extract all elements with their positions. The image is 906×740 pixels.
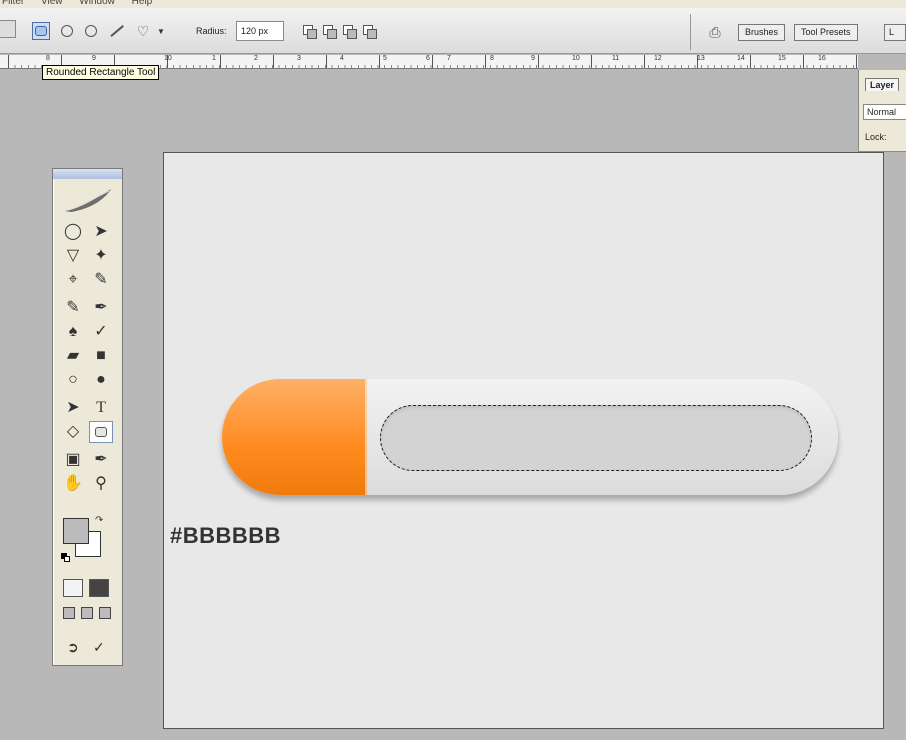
clone-stamp-tool-icon[interactable]: ♠	[61, 321, 85, 343]
combine-add-button[interactable]	[300, 22, 317, 39]
ruler-number: 11	[612, 55, 620, 62]
tool-preset-picker[interactable]	[0, 20, 16, 38]
options-separator	[690, 14, 691, 50]
tool-presets-tab[interactable]: Tool Presets	[794, 24, 858, 41]
polygon-lasso-tool-icon[interactable]: ▽	[61, 245, 85, 267]
menu-help[interactable]: Help	[132, 0, 153, 7]
standard-screen-mode-button[interactable]	[63, 607, 75, 619]
ruler-number: 14	[737, 55, 745, 62]
swap-colors-icon[interactable]: ↷	[95, 515, 103, 526]
edit-check-icon[interactable]: ✓	[93, 639, 105, 656]
exclude-area-icon	[363, 25, 377, 39]
type-tool-icon[interactable]: T	[89, 397, 113, 419]
blur-tool-icon[interactable]: ○	[61, 369, 85, 391]
line-shape-button[interactable]	[108, 22, 126, 40]
rounded-rectangle-shape-button[interactable]	[32, 22, 50, 40]
pen-tool-icon[interactable]: ◇	[61, 421, 85, 443]
blend-mode-select[interactable]: Normal	[863, 104, 906, 120]
eyedropper-tool-icon[interactable]: ✒	[89, 449, 113, 471]
document-canvas[interactable]: #BBBBBB	[163, 152, 884, 729]
rounded-rectangle-tool-icon[interactable]	[89, 421, 113, 443]
toolbox-title-bar[interactable]	[53, 169, 122, 179]
marquee-selection[interactable]	[380, 405, 812, 471]
chevron-down-icon: ▼	[157, 26, 165, 36]
combine-exclude-button[interactable]	[360, 22, 377, 39]
line-icon	[110, 25, 124, 37]
feather-logo-icon[interactable]	[61, 185, 115, 215]
color-hex-label: #BBBBBB	[170, 523, 282, 548]
ruler-number: 1	[212, 55, 216, 62]
healing-brush-tool-icon[interactable]: ✎	[61, 297, 85, 319]
brushes-tab[interactable]: Brushes	[738, 24, 786, 41]
ruler-number: 8	[490, 55, 494, 62]
notes-tool-icon[interactable]: ▣	[61, 449, 85, 471]
ruler-number: 10	[164, 55, 172, 62]
subtract-area-icon	[323, 25, 337, 39]
ellipse-shape-button[interactable]	[58, 22, 76, 40]
ruler-number: 13	[697, 55, 705, 62]
history-brush-tool-icon[interactable]: ✓	[89, 321, 113, 343]
standard-mode-button[interactable]	[63, 579, 83, 597]
progress-fill	[222, 379, 367, 495]
ruler-number: 4	[340, 55, 344, 62]
zoom-tool-icon[interactable]: ⚲	[89, 473, 113, 495]
toolbox: ◯ ➤ ▽ ✦ ⌖ ✎ ✎ ✒ ♠ ✓ ▰ ■ ○ ● ➤ T ◇ ▣ ✒ ✋ …	[52, 168, 123, 666]
polygon-shape-button[interactable]	[82, 22, 100, 40]
ruler-number: 15	[778, 55, 786, 62]
brush-tool-icon[interactable]: ✒	[89, 297, 113, 319]
menu-window[interactable]: Window	[79, 0, 115, 7]
combine-subtract-button[interactable]	[320, 22, 337, 39]
hand-tool-icon[interactable]: ✋	[61, 473, 85, 495]
magic-wand-tool-icon[interactable]: ✦	[89, 245, 113, 267]
custom-shape-icon: ♡	[136, 22, 150, 39]
intersect-area-icon	[343, 25, 357, 39]
palette-well-icon[interactable]: ⎙	[704, 22, 726, 42]
radius-label: Radius:	[196, 26, 227, 36]
ruler-number: 8	[46, 55, 50, 62]
jump-to-imageready-icon[interactable]: ➲	[67, 639, 79, 656]
eraser-tool-icon[interactable]: ▰	[61, 345, 85, 367]
menu-view[interactable]: View	[41, 0, 63, 7]
dodge-tool-icon[interactable]: ●	[89, 369, 113, 391]
custom-shape-button[interactable]: ♡	[134, 22, 152, 40]
polygon-icon	[85, 25, 97, 37]
shape-options-dropdown[interactable]: ▼	[156, 22, 166, 40]
gradient-tool-icon[interactable]: ■	[89, 345, 113, 367]
default-colors-icon[interactable]	[61, 553, 71, 563]
tool-tooltip: Rounded Rectangle Tool	[42, 65, 160, 80]
layers-tab[interactable]: Layer	[865, 78, 900, 91]
layers-panel: Layer Normal Lock:	[858, 70, 906, 152]
lock-label: Lock:	[865, 132, 887, 142]
radius-input[interactable]	[236, 21, 284, 41]
path-selection-tool-icon[interactable]: ➤	[61, 397, 85, 419]
ruler-number: 9	[92, 55, 96, 62]
menu-bar: Filter View Window Help	[0, 0, 906, 8]
foreground-color-swatch[interactable]	[63, 518, 89, 544]
move-tool-icon[interactable]: ➤	[89, 221, 113, 243]
ruler-number: 16	[818, 55, 826, 62]
lasso-tool-icon[interactable]: ◯	[61, 221, 85, 243]
add-to-area-icon	[303, 25, 317, 39]
quick-mask-button[interactable]	[89, 579, 109, 597]
full-screen-mode-button[interactable]	[99, 607, 111, 619]
ruler-number: 12	[654, 55, 662, 62]
full-screen-menu-mode-button[interactable]	[81, 607, 93, 619]
ruler-number: 7	[447, 55, 451, 62]
ruler-number: 9	[531, 55, 535, 62]
crop-tool-icon[interactable]: ⌖	[61, 269, 85, 291]
layer-comps-tab[interactable]: L	[884, 24, 906, 41]
menu-filter[interactable]: Filter	[2, 0, 24, 7]
ellipse-icon	[61, 25, 73, 37]
ruler-number: 5	[383, 55, 387, 62]
ruler-number: 10	[572, 55, 580, 62]
ruler-number: 6	[426, 55, 430, 62]
options-bar: ♡ ▼ Radius: ⎙ Brushes Tool Presets L	[0, 8, 906, 54]
combine-intersect-button[interactable]	[340, 22, 357, 39]
rounded-rectangle-icon	[35, 26, 47, 36]
slice-tool-icon[interactable]: ✎	[89, 269, 113, 291]
ruler-number: 2	[254, 55, 258, 62]
ruler-number: 3	[297, 55, 301, 62]
